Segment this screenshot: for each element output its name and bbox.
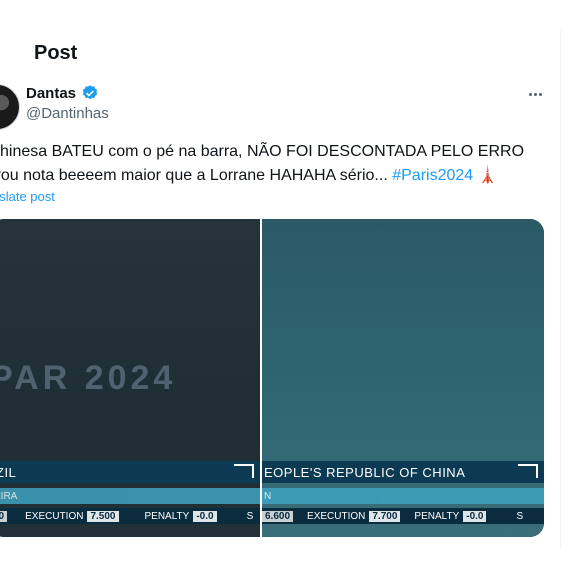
country-banner: EOPLE'S REPUBLIC OF CHINA <box>262 461 544 483</box>
media-right-panel[interactable]: EOPLE'S REPUBLIC OF CHINA N 6.600 EXECUT… <box>262 219 544 537</box>
score-extra: S <box>246 510 254 522</box>
broadcast-mark-icon <box>234 464 254 478</box>
d-score: 6.600 <box>262 510 294 522</box>
penalty-label: PENALTY <box>144 510 190 522</box>
author-name-row[interactable]: Dantas <box>26 84 99 102</box>
hashtag-link[interactable]: #Paris2024 <box>392 167 473 184</box>
tweet-text: chinesa BATEU com o pé na barra, NÃO FOI… <box>0 140 572 188</box>
tweet-line-1: chinesa BATEU com o pé na barra, NÃO FOI… <box>0 143 525 160</box>
execution-score: 7.700 <box>369 510 401 522</box>
eiffel-tower-emoji-icon: 🗼 <box>477 167 498 184</box>
country-label: ZIL <box>0 464 17 480</box>
media-left-panel[interactable]: PAR 2024 ZIL EIRA 00 EXECUTION 7.500 PEN… <box>0 219 260 537</box>
score-row: 6.600 EXECUTION 7.700 PENALTY -0.0 S <box>262 508 544 524</box>
athlete-row: EIRA <box>0 488 260 504</box>
penalty-score: -0.0 <box>193 510 217 522</box>
country-banner: ZIL <box>0 461 260 483</box>
tweet-line-2: irou nota beeeem maior que a Lorrane HAH… <box>0 164 572 188</box>
tweet-media[interactable]: PAR 2024 ZIL EIRA 00 EXECUTION 7.500 PEN… <box>0 219 544 537</box>
column-border <box>560 30 561 550</box>
score-row: 00 EXECUTION 7.500 PENALTY -0.0 S <box>0 508 260 524</box>
broadcast-mark-icon <box>518 464 538 478</box>
execution-score: 7.500 <box>87 510 119 522</box>
score-extra: S <box>516 510 524 522</box>
execution-label: EXECUTION <box>307 510 366 522</box>
penalty-label: PENALTY <box>414 510 460 522</box>
athlete-name: EIRA <box>0 490 18 502</box>
translate-post-link[interactable]: nslate post <box>0 189 55 204</box>
athlete-name: N <box>264 490 272 502</box>
d-score: 00 <box>0 510 8 522</box>
verified-badge-icon <box>82 85 98 100</box>
paris-watermark: PAR 2024 <box>0 359 177 397</box>
penalty-score: -0.0 <box>463 510 487 522</box>
tweet-line-2-text: irou nota beeeem maior que a Lorrane HAH… <box>0 167 393 184</box>
author-name[interactable]: Dantas <box>26 85 76 102</box>
country-label: EOPLE'S REPUBLIC OF CHINA <box>264 464 466 480</box>
author-handle[interactable]: @Dantinhas <box>26 105 109 122</box>
more-options-icon[interactable] <box>524 84 546 104</box>
execution-label: EXECUTION <box>25 510 84 522</box>
athlete-row: N <box>262 488 544 504</box>
avatar[interactable] <box>0 84 20 130</box>
page-title: Post <box>34 42 78 64</box>
